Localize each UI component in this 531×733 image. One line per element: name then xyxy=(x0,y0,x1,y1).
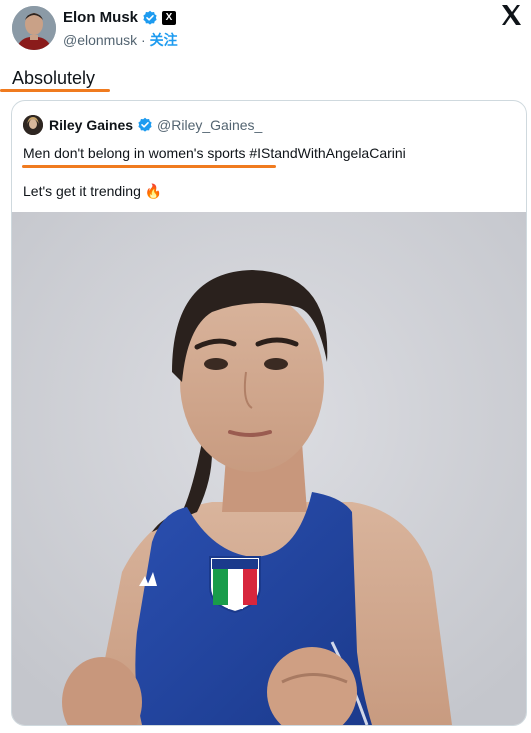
quoted-text: Let's get it trending xyxy=(23,183,141,199)
quoted-text-line: Men don't belong in women's sports #ISta… xyxy=(23,145,406,161)
author-name[interactable]: Elon Musk xyxy=(63,9,138,27)
fire-emoji-icon: 🔥 xyxy=(144,183,163,199)
quoted-author-handle[interactable]: @Riley_Gaines_ xyxy=(157,116,262,134)
quoted-author-row: Riley Gaines @Riley_Gaines_ xyxy=(49,116,262,134)
quoted-text-line: Let's get it trending 🔥 xyxy=(23,181,162,201)
x-logo-icon[interactable] xyxy=(499,4,523,28)
quoted-author-name[interactable]: Riley Gaines xyxy=(49,116,133,134)
quoted-tweet-card[interactable]: Riley Gaines @Riley_Gaines_ Men don't be… xyxy=(11,100,527,726)
quoted-author-avatar[interactable] xyxy=(23,115,43,135)
author-handle[interactable]: @elonmusk xyxy=(63,32,137,48)
quoted-verified-badge-icon xyxy=(137,117,153,133)
author-avatar[interactable] xyxy=(12,6,56,50)
verified-badge-icon xyxy=(142,10,158,26)
quoted-photo[interactable] xyxy=(12,212,526,725)
highlight-underline xyxy=(0,89,110,92)
highlight-underline xyxy=(22,165,276,168)
tweet-text: Absolutely xyxy=(12,68,96,88)
author-name-row: Elon Musk X xyxy=(63,9,177,27)
separator: · xyxy=(141,32,146,48)
follow-button[interactable]: 关注 xyxy=(150,32,178,48)
platform-badge-icon: X xyxy=(162,11,177,25)
author-handle-row: @elonmusk · 关注 xyxy=(63,31,178,49)
